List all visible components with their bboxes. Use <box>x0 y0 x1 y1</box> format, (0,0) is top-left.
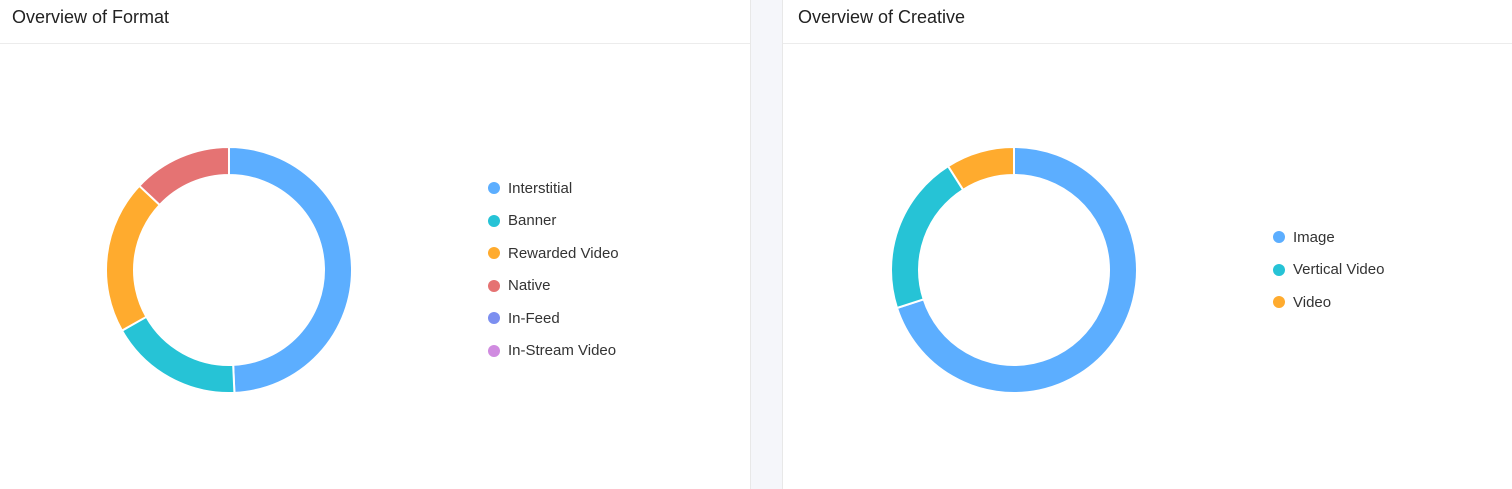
legend-item-video[interactable]: Video <box>1273 286 1384 319</box>
legend-item-in-feed[interactable]: In-Feed <box>488 302 619 335</box>
creative-donut-chart <box>890 145 1138 394</box>
legend-dot-icon <box>1273 263 1285 276</box>
legend-dot-icon <box>1273 231 1285 244</box>
legend-label: Banner <box>508 212 557 230</box>
legend-label: Video <box>1293 293 1332 311</box>
legend-dot-icon <box>1273 296 1285 309</box>
donut-slice-video[interactable] <box>946 145 1015 192</box>
legend-dot-icon <box>488 279 500 292</box>
legend-label: Image <box>1293 228 1335 246</box>
legend-item-vertical-video[interactable]: Vertical Video <box>1273 254 1384 287</box>
legend-item-image[interactable]: Image <box>1273 221 1384 254</box>
legend-dot-icon <box>488 214 500 227</box>
legend-dot-icon <box>488 247 500 260</box>
donut-slice-rewarded-video[interactable] <box>105 184 162 332</box>
creative-panel: Overview of Creative Image Vertical Video… <box>782 0 1512 489</box>
legend-label: Vertical Video <box>1293 261 1385 279</box>
legend-dot-icon <box>488 182 500 195</box>
donut-slice-banner[interactable] <box>120 315 236 394</box>
legend-label: Rewarded Video <box>508 244 619 262</box>
creative-panel-title: Overview of Creative <box>798 7 966 27</box>
legend-item-interstitial[interactable]: Interstitial <box>488 172 619 205</box>
legend-label: Interstitial <box>508 179 573 197</box>
legend-item-rewarded-video[interactable]: Rewarded Video <box>488 237 619 270</box>
legend-item-banner[interactable]: Banner <box>488 205 619 238</box>
legend-label: In-Stream Video <box>508 342 617 360</box>
format-panel-title: Overview of Format <box>12 7 170 27</box>
format-panel-header: Overview of Format <box>0 0 750 44</box>
donut-slice-vertical-video[interactable] <box>890 164 965 310</box>
creative-legend: Image Vertical Video Video <box>1273 221 1384 319</box>
legend-dot-icon <box>488 344 500 357</box>
format-panel: Overview of Format Interstitial Banner Rew… <box>0 0 751 489</box>
legend-label: In-Feed <box>508 309 560 327</box>
legend-dot-icon <box>488 312 500 325</box>
creative-panel-header: Overview of Creative <box>783 0 1512 44</box>
legend-item-in-stream-video[interactable]: In-Stream Video <box>488 335 619 368</box>
donut-slice-interstitial[interactable] <box>228 145 353 394</box>
legend-label: Native <box>508 277 551 295</box>
donut-slice-native[interactable] <box>137 145 230 207</box>
format-legend: Interstitial Banner Rewarded Video Native In… <box>488 172 619 367</box>
format-donut-chart <box>105 145 353 394</box>
legend-item-native[interactable]: Native <box>488 270 619 303</box>
